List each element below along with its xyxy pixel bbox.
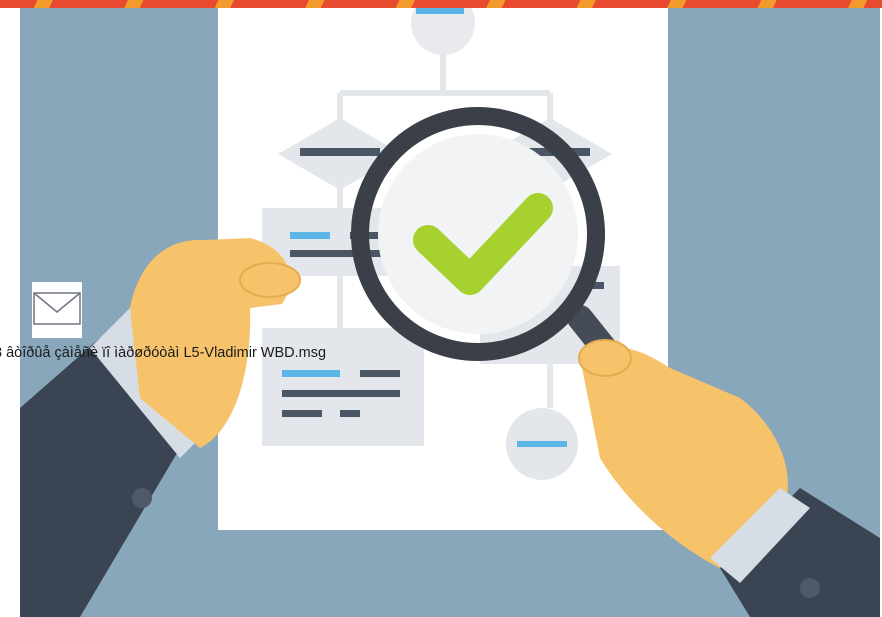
msg-file-icon[interactable]	[32, 282, 82, 338]
wallpaper-illustration	[20, 8, 880, 617]
envelope-icon	[33, 292, 81, 325]
desktop-wallpaper	[20, 8, 880, 617]
msg-file-label[interactable]: 3 âòîðûå çàìåñè ïî ìàðøðóòàì L5-Vladimir…	[0, 344, 326, 362]
top-decorative-stripe	[0, 0, 882, 8]
